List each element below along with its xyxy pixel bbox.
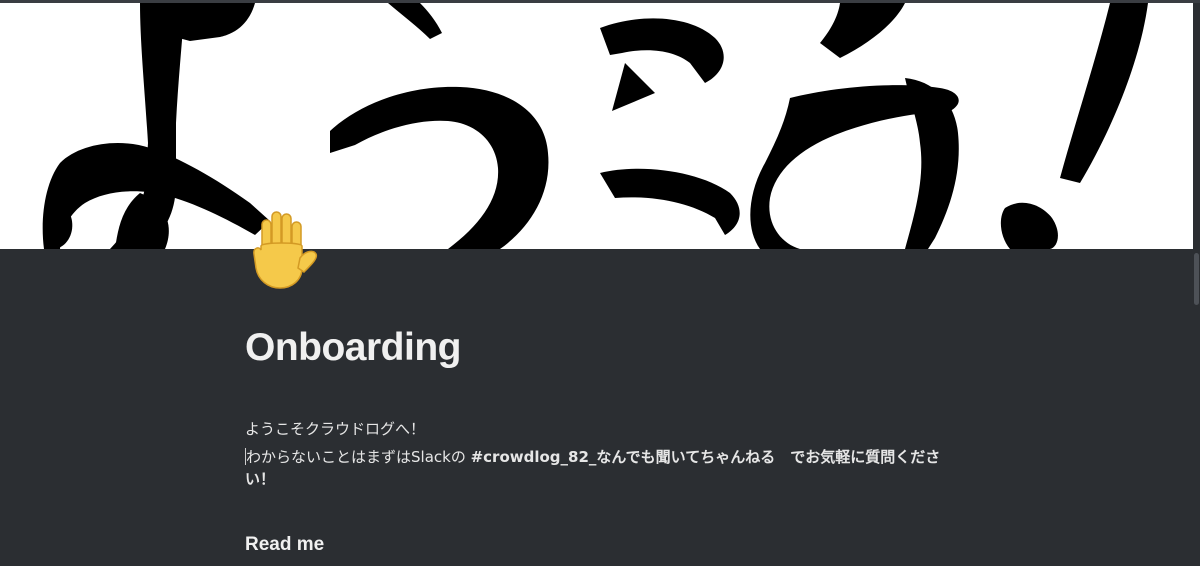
instruction-prefix: わからないことはまずはSlackの (246, 448, 471, 466)
welcome-text[interactable]: ようこそクラウドログへ！ (245, 418, 945, 440)
scrollbar-thumb[interactable] (1194, 253, 1199, 305)
raised-hand-icon[interactable] (246, 206, 324, 296)
window-edge (1193, 3, 1200, 566)
cover-image[interactable] (0, 3, 1193, 249)
raised-hand-emoji-svg (253, 211, 318, 289)
page-content: Onboarding ようこそクラウドログへ！ わからないことはまずはSlack… (245, 318, 945, 560)
cover-calligraphy (42, 3, 1148, 249)
notion-page: Onboarding ようこそクラウドログへ！ わからないことはまずはSlack… (0, 0, 1200, 566)
page-title[interactable]: Onboarding (245, 318, 945, 378)
instruction-text[interactable]: わからないことはまずはSlackの #crowdlog_82_なんでも聞いてちゃ… (245, 446, 945, 490)
slack-channel-name: #crowdlog_82_なんでも聞いてちゃんねる (470, 448, 776, 466)
read-me-heading[interactable]: Read me (245, 530, 945, 560)
